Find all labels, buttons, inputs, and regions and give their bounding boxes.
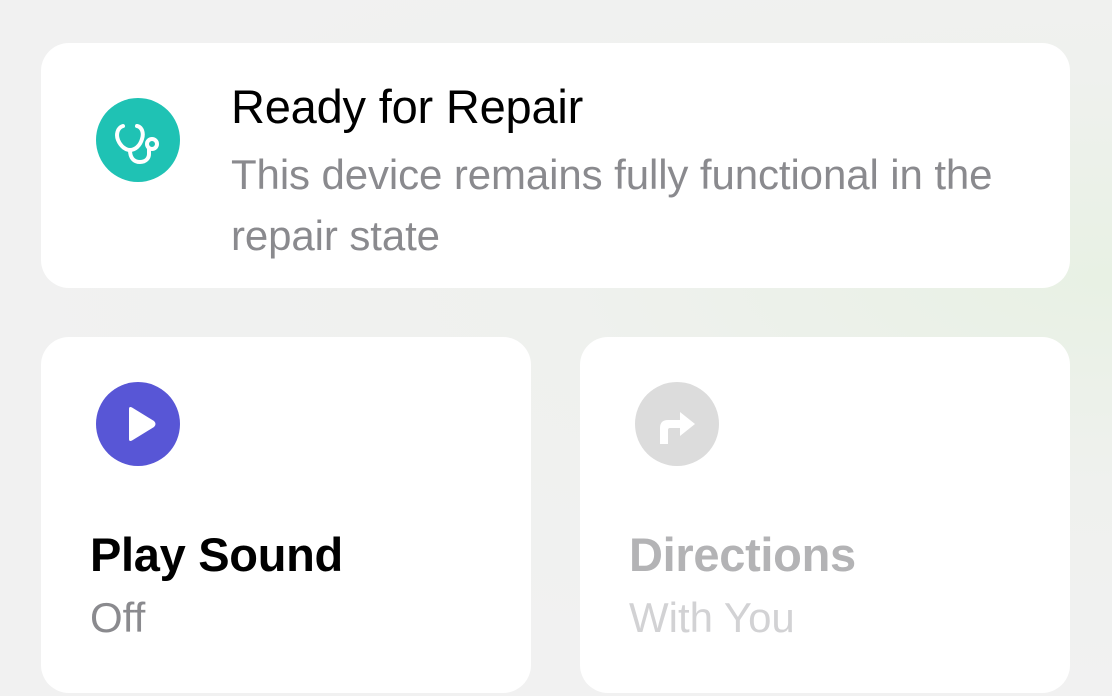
- directions-tile[interactable]: Directions With You: [580, 337, 1070, 693]
- directions-title: Directions: [629, 528, 856, 581]
- directions-status: With You: [629, 594, 795, 641]
- play-icon: [96, 382, 180, 466]
- play-sound-tile[interactable]: Play Sound Off: [41, 337, 531, 693]
- play-sound-status: Off: [90, 594, 146, 641]
- repair-subtitle: This device remains fully functional in …: [231, 151, 993, 259]
- repair-status-card[interactable]: Ready for Repair This device remains ful…: [41, 43, 1070, 288]
- play-sound-title: Play Sound: [90, 528, 343, 581]
- repair-title: Ready for Repair: [231, 80, 584, 133]
- turn-right-arrow-icon: [635, 382, 719, 466]
- stethoscope-icon: [96, 98, 180, 182]
